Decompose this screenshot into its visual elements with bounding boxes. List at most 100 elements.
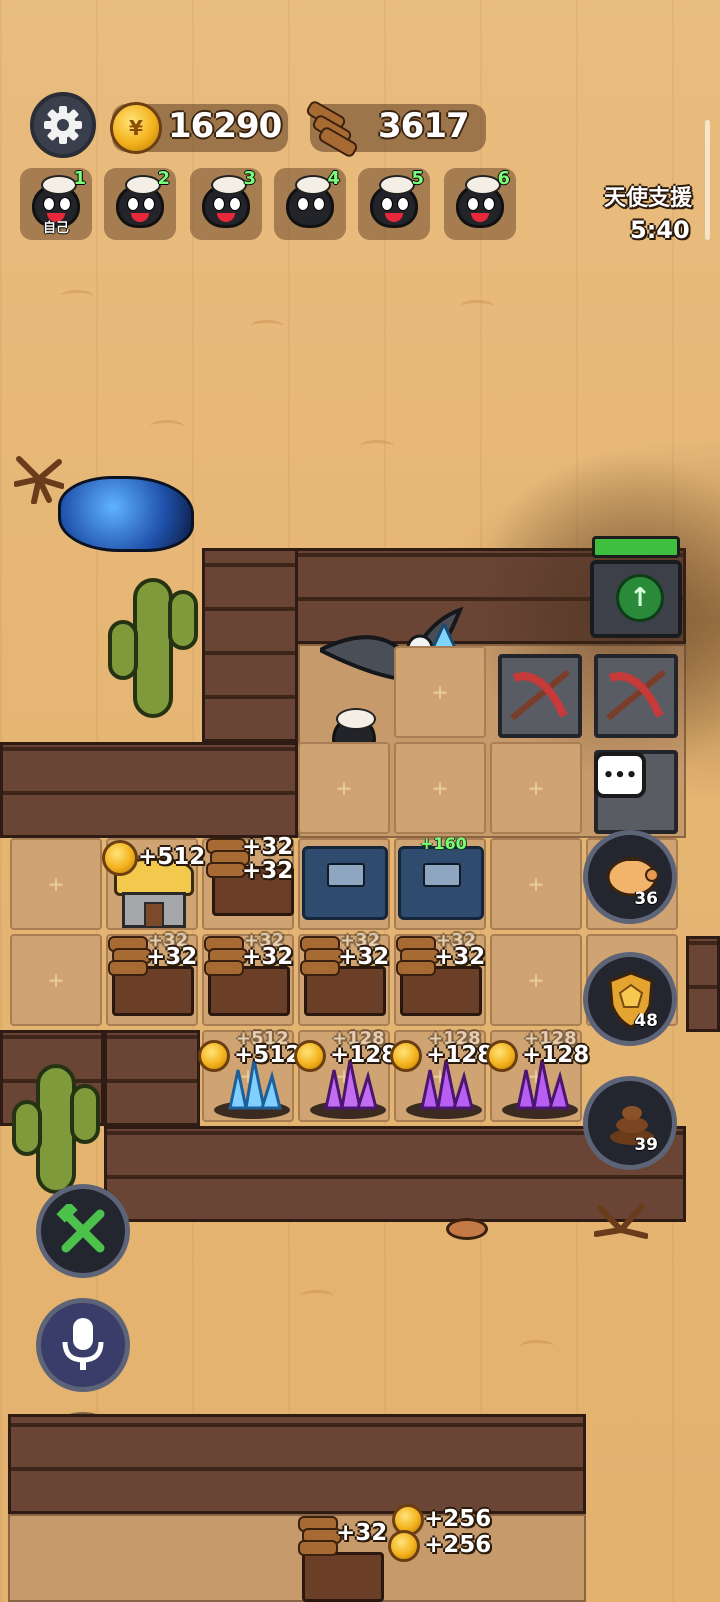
player-slot-2[interactable]: 2 <box>104 168 176 240</box>
gate-health-bar <box>592 536 680 558</box>
cactus-arm <box>168 590 198 650</box>
crystal-yield: +512 <box>234 1042 302 1068</box>
fortress-wall-lower-left <box>104 1030 200 1126</box>
fortress-floor-bottom <box>8 1514 586 1602</box>
build-slot[interactable]: + <box>298 742 390 834</box>
poop-button[interactable]: 39 <box>583 1076 677 1170</box>
microphone-icon <box>62 1318 104 1370</box>
build-slot[interactable]: + <box>394 742 486 834</box>
sand-ripple <box>460 300 494 313</box>
player-number: 1 <box>73 168 86 189</box>
gold-coin-icon <box>198 1040 230 1072</box>
player-slot-4[interactable]: 4 <box>274 168 346 240</box>
sheep-avatar <box>370 175 418 228</box>
cactus-arm <box>108 620 138 680</box>
cactus <box>133 578 173 718</box>
build-button[interactable] <box>36 1184 130 1278</box>
fortress-wall-left <box>202 548 298 742</box>
player-number: 6 <box>497 168 510 189</box>
sand-ripple <box>520 1340 554 1353</box>
plus-icon: + <box>47 872 65 896</box>
chat-bubble-icon[interactable]: ••• <box>594 752 646 798</box>
sand-ripple <box>250 320 284 333</box>
build-slot[interactable]: + <box>490 838 582 930</box>
upgrade-arrow-icon: ↑ <box>616 574 664 622</box>
dry-shrub <box>594 1203 648 1239</box>
sheep-avatar <box>456 175 504 228</box>
player-slot-3[interactable]: 3 <box>190 168 262 240</box>
sheep-avatar <box>116 175 164 228</box>
angel-support-timer: 5:40 <box>630 216 690 244</box>
gear-icon <box>44 106 82 144</box>
gold-coin-icon <box>486 1040 518 1072</box>
player-slot-1[interactable]: 1 自己 <box>20 168 92 240</box>
dry-shrub <box>14 456 64 504</box>
cactus-arm <box>70 1084 100 1144</box>
lumber-bench[interactable] <box>302 1552 384 1602</box>
bottom-wood-yield: +32 <box>336 1520 388 1546</box>
sand-ripple <box>60 290 94 303</box>
crystal-yield: +128 <box>522 1042 590 1068</box>
sheep-avatar <box>286 175 334 228</box>
fortress-wall-mid <box>0 742 298 838</box>
workshop-yield-b: +32 <box>242 858 294 884</box>
wrench-hammer-icon <box>56 1204 105 1253</box>
fortress-wall-right <box>686 936 720 1032</box>
wrench-icon <box>327 863 365 887</box>
lumber-yield: +32 <box>242 944 294 970</box>
gold-value: 16290 <box>168 106 282 146</box>
crossbow-icon <box>510 669 570 721</box>
scroll-indicator[interactable] <box>705 120 710 240</box>
build-slot[interactable]: + <box>490 742 582 834</box>
player-number: 5 <box>411 168 424 189</box>
settings-button[interactable] <box>30 92 96 158</box>
crystal-yield: +128 <box>426 1042 494 1068</box>
plus-icon: + <box>431 680 449 704</box>
bottom-gold-yield-b: +256 <box>424 1532 492 1558</box>
player-number: 2 <box>157 168 170 189</box>
plus-icon: + <box>431 776 449 800</box>
plus-icon: + <box>527 776 545 800</box>
wood-logs-icon <box>304 99 360 159</box>
gold-coin-icon <box>102 840 138 876</box>
plus-icon: + <box>335 776 353 800</box>
build-slot[interactable]: + <box>394 646 486 738</box>
shield-count: 48 <box>634 1011 658 1031</box>
sand-ripple <box>360 440 394 453</box>
bottom-gold-yield-a: +256 <box>424 1506 492 1532</box>
sheep-avatar <box>202 175 250 228</box>
player-self-tag: 自己 <box>42 221 69 236</box>
voice-chat-button[interactable] <box>36 1298 130 1392</box>
build-slot[interactable]: + <box>10 934 102 1026</box>
forge-station[interactable] <box>398 846 484 920</box>
lumber-yield: +32 <box>146 944 198 970</box>
lumber-yield: +32 <box>434 944 486 970</box>
player-number: 4 <box>327 168 340 189</box>
pebble <box>446 1218 488 1240</box>
piggy-bank-button[interactable]: 36 <box>583 830 677 924</box>
plus-icon: + <box>527 968 545 992</box>
gold-coin-icon <box>388 1530 420 1562</box>
shield-button[interactable]: 48 <box>583 952 677 1046</box>
crossbow-turret[interactable] <box>498 654 582 738</box>
player-number: 3 <box>243 168 256 189</box>
piggy-bank-count: 36 <box>634 889 658 909</box>
house-gold-yield: +512 <box>138 844 206 870</box>
sand-ripple <box>150 420 184 433</box>
player-slot-6[interactable]: 6 <box>444 168 516 240</box>
build-slot[interactable]: + <box>490 934 582 1026</box>
lumber-yield: +32 <box>338 944 390 970</box>
build-slot[interactable]: + <box>10 838 102 930</box>
gate[interactable]: ↑ <box>590 560 682 638</box>
forge-station[interactable] <box>302 846 388 920</box>
poop-count: 39 <box>634 1135 658 1155</box>
crossbow-turret[interactable] <box>594 654 678 738</box>
angel-support-label: 天使支援 <box>604 186 693 211</box>
workshop-yield-a: +32 <box>242 834 294 860</box>
player-slot-5[interactable]: 5 <box>358 168 430 240</box>
wood-value: 3617 <box>378 106 470 146</box>
gold-coin-icon: ¥ <box>110 102 162 154</box>
blue-crystal-monster[interactable] <box>58 476 194 552</box>
anvil-bonus: +160 <box>420 834 467 853</box>
gold-coin-icon <box>390 1040 422 1072</box>
